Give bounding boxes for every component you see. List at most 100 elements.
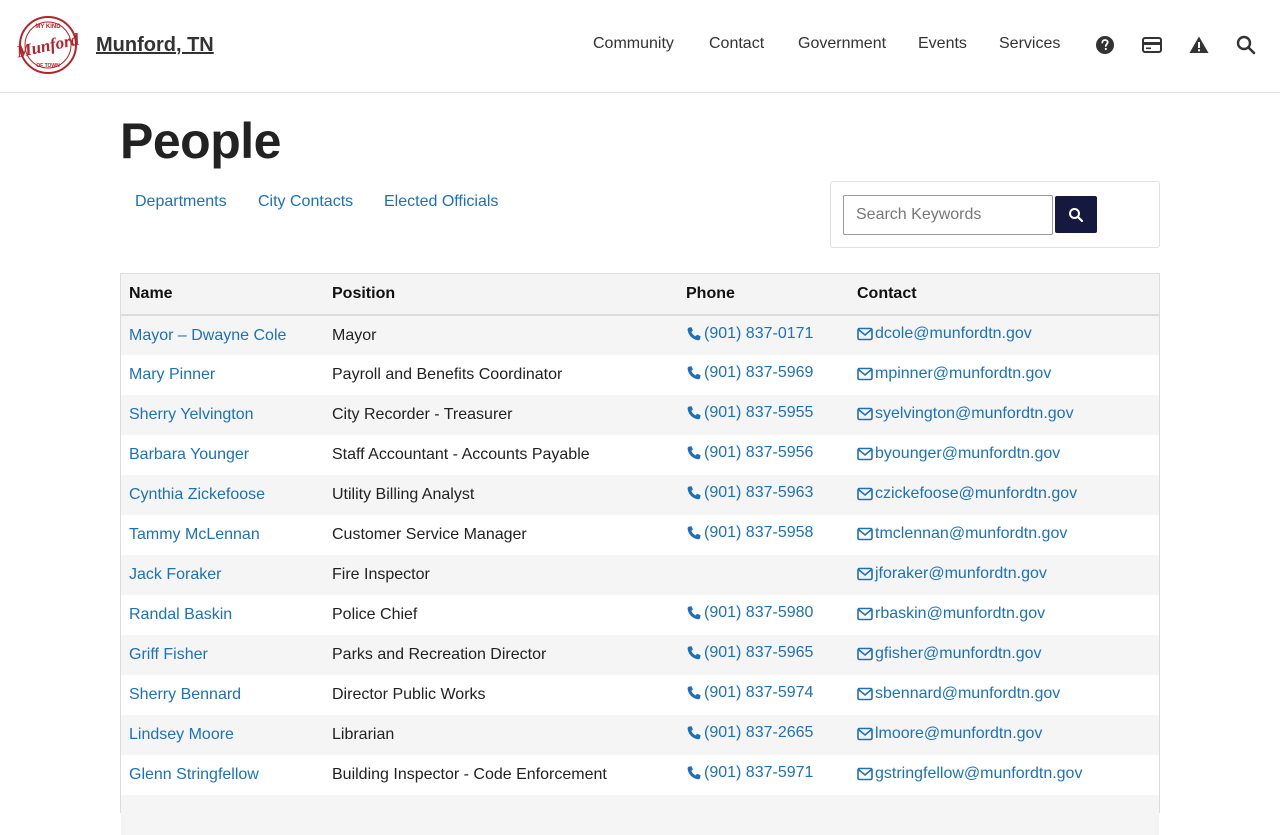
cell-name: Mayor – Dwayne Cole: [121, 315, 324, 355]
phone-icon: [687, 726, 701, 740]
cell-position: Fire Inspector: [324, 555, 678, 595]
cell-contact: jforaker@munfordtn.gov: [849, 555, 1159, 595]
envelope-icon: [857, 567, 873, 580]
cell-phone: (901) 837-5955: [678, 395, 849, 435]
email-link[interactable]: gstringfellow@munfordtn.gov: [857, 765, 1082, 783]
site-name[interactable]: Munford, TN: [96, 34, 214, 57]
cell-position: Mayor: [324, 315, 678, 355]
person-name-link[interactable]: Barbara Younger: [129, 446, 249, 463]
subnav-elected-officials[interactable]: Elected Officials: [384, 193, 498, 211]
email-link[interactable]: byounger@munfordtn.gov: [857, 445, 1060, 463]
svg-text:MY KIND: MY KIND: [35, 24, 61, 30]
table-row: Randal Baskin Police Chief (901) 837-5980 r…: [121, 595, 1159, 635]
person-name-link[interactable]: Mayor – Dwayne Cole: [129, 327, 286, 344]
envelope-icon: [857, 407, 873, 420]
phone-icon: [687, 606, 701, 620]
email-link[interactable]: rbaskin@munfordtn.gov: [857, 605, 1045, 623]
cell-position: Payroll and Benefits Coordinator: [324, 355, 678, 395]
email-address: czickefoose@munfordtn.gov: [875, 484, 1078, 502]
search-input[interactable]: [843, 195, 1053, 235]
phone-link[interactable]: (901) 837-0171: [686, 325, 813, 343]
cell-phone: (901) 837-0171: [678, 315, 849, 355]
cell-phone: (901) 837-5958: [678, 515, 849, 555]
email-address: jforaker@munfordtn.gov: [875, 564, 1047, 582]
person-name-link[interactable]: Sherry Yelvington: [129, 406, 254, 423]
email-link[interactable]: syelvington@munfordtn.gov: [857, 405, 1074, 423]
cell-position: [324, 795, 678, 835]
cell-position: City Recorder - Treasurer: [324, 395, 678, 435]
site-logo[interactable]: MY KIND OF TOWN Munford: [14, 15, 81, 75]
nav-government[interactable]: Government: [798, 35, 886, 53]
cell-contact: rbaskin@munfordtn.gov: [849, 595, 1159, 635]
person-position: Fire Inspector: [332, 566, 430, 583]
cell-contact: czickefoose@munfordtn.gov: [849, 475, 1159, 515]
email-link[interactable]: sbennard@munfordtn.gov: [857, 685, 1060, 703]
nav-services[interactable]: Services: [999, 35, 1060, 53]
nav-community[interactable]: Community: [593, 35, 674, 53]
cell-name: Cynthia Zickefoose: [121, 475, 324, 515]
email-address: syelvington@munfordtn.gov: [875, 404, 1074, 422]
pay-button[interactable]: [1141, 34, 1163, 56]
nav-events[interactable]: Events: [918, 35, 967, 53]
table-row: Mayor – Dwayne Cole Mayor (901) 837-0171 dc…: [121, 315, 1159, 355]
cell-position: Staff Accountant - Accounts Payable: [324, 435, 678, 475]
table-row: Lindsey Moore Librarian (901) 837-2665 lmoo…: [121, 715, 1159, 755]
phone-link[interactable]: (901) 837-5955: [686, 404, 813, 422]
subnav-city-contacts[interactable]: City Contacts: [258, 193, 353, 211]
phone-link[interactable]: (901) 837-5980: [686, 604, 813, 622]
phone-icon: [687, 406, 701, 420]
email-address: gfisher@munfordtn.gov: [875, 644, 1042, 662]
phone-link[interactable]: (901) 837-5974: [686, 684, 813, 702]
phone-link[interactable]: (901) 837-5963: [686, 484, 813, 502]
person-name-link[interactable]: Randal Baskin: [129, 606, 232, 623]
phone-link[interactable]: (901) 837-5965: [686, 644, 813, 662]
email-link[interactable]: mpinner@munfordtn.gov: [857, 365, 1051, 383]
phone-link[interactable]: (901) 837-2665: [686, 724, 813, 742]
cell-phone: (901) 837-5965: [678, 635, 849, 675]
person-name-link[interactable]: Cynthia Zickefoose: [129, 486, 265, 503]
email-link[interactable]: lmoore@munfordtn.gov: [857, 725, 1042, 743]
cell-name: Randal Baskin: [121, 595, 324, 635]
person-name-link[interactable]: Mary Pinner: [129, 366, 215, 383]
page-title: People: [120, 113, 281, 169]
envelope-icon: [857, 527, 873, 540]
cell-phone: (901) 837-5971: [678, 755, 849, 795]
phone-link[interactable]: (901) 837-5971: [686, 764, 813, 782]
site-header: MY KIND OF TOWN Munford Munford, TN Comm…: [0, 0, 1280, 93]
nav-contact[interactable]: Contact: [709, 35, 764, 53]
person-position: Librarian: [332, 726, 395, 743]
cell-name: Sherry Bennard: [121, 675, 324, 715]
phone-link[interactable]: (901) 837-5956: [686, 444, 813, 462]
person-name-link[interactable]: Jack Foraker: [129, 566, 221, 583]
search-icon: [1069, 207, 1084, 222]
header-position: Position: [332, 285, 396, 302]
person-name-link[interactable]: Glenn Stringfellow: [129, 766, 259, 783]
email-link[interactable]: jforaker@munfordtn.gov: [857, 565, 1047, 583]
table-row: Tammy McLennan Customer Service Manager (9…: [121, 515, 1159, 555]
envelope-icon: [857, 487, 873, 500]
email-link[interactable]: gfisher@munfordtn.gov: [857, 645, 1042, 663]
cell-name: Mary Pinner: [121, 355, 324, 395]
person-name-link[interactable]: Griff Fisher: [129, 646, 208, 663]
subnav-departments[interactable]: Departments: [135, 193, 227, 211]
person-name-link[interactable]: Tammy McLennan: [129, 526, 260, 543]
cell-contact: lmoore@munfordtn.gov: [849, 715, 1159, 755]
people-search-form: [830, 181, 1160, 248]
phone-link[interactable]: (901) 837-5969: [686, 364, 813, 382]
email-link[interactable]: dcole@munfordtn.gov: [857, 325, 1032, 343]
search-button[interactable]: [1055, 196, 1097, 233]
person-name-link[interactable]: Lindsey Moore: [129, 726, 234, 743]
cell-name: Glenn Stringfellow: [121, 755, 324, 795]
alerts-button[interactable]: [1188, 34, 1210, 56]
cell-position: Parks and Recreation Director: [324, 635, 678, 675]
email-link[interactable]: czickefoose@munfordtn.gov: [857, 485, 1077, 503]
email-address: lmoore@munfordtn.gov: [875, 724, 1043, 742]
phone-number: (901) 837-5980: [704, 604, 814, 621]
cell-phone: (901) 837-2665: [678, 715, 849, 755]
help-button[interactable]: [1094, 34, 1116, 56]
header-search-button[interactable]: [1235, 34, 1257, 56]
email-link[interactable]: tmclennan@munfordtn.gov: [857, 525, 1067, 543]
cell-position: Director Public Works: [324, 675, 678, 715]
person-name-link[interactable]: Sherry Bennard: [129, 686, 241, 703]
phone-link[interactable]: (901) 837-5958: [686, 524, 813, 542]
